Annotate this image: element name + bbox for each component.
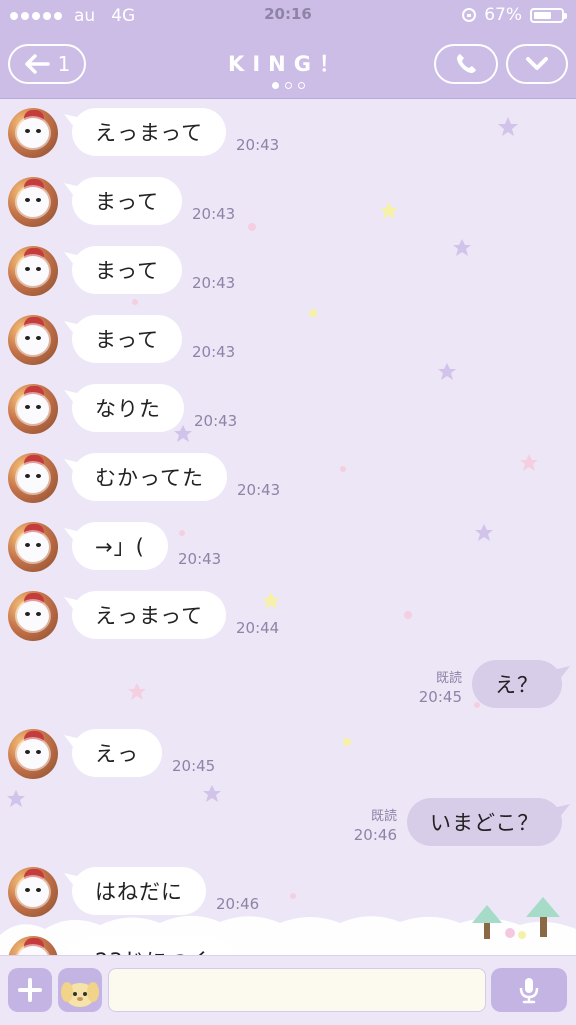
message-input[interactable]	[108, 968, 486, 1012]
message-time: 20:43	[194, 412, 238, 430]
message-bubble[interactable]: まって	[72, 246, 182, 294]
message-bubble[interactable]: 23じにつく	[72, 936, 235, 955]
message-bubble[interactable]: えっまって	[72, 108, 226, 156]
contact-avatar[interactable]	[8, 246, 58, 296]
read-receipt: 既読	[435, 671, 462, 686]
message-bubble[interactable]: えっまって	[72, 591, 226, 639]
message-time: 20:45	[172, 757, 216, 775]
message-time: 20:44	[236, 619, 280, 637]
incoming-message[interactable]: 23じにつく	[0, 936, 576, 955]
menu-button[interactable]	[506, 44, 568, 84]
input-bar	[0, 955, 576, 1025]
message-time: 20:45	[418, 688, 462, 706]
message-list[interactable]: えっまって 20:43 まって 20:43 まって 20:43 まって 20:43 なりた 20:…	[0, 99, 576, 955]
contact-avatar[interactable]	[8, 729, 58, 779]
message-bubble[interactable]: なりた	[72, 384, 184, 432]
plus-icon	[18, 978, 42, 1002]
add-button[interactable]	[8, 968, 52, 1012]
message-bubble[interactable]: まって	[72, 177, 182, 225]
incoming-message[interactable]: むかってた 20:43	[0, 453, 576, 505]
contact-avatar[interactable]	[8, 384, 58, 434]
contact-avatar[interactable]	[8, 108, 58, 158]
message-time: 20:46	[353, 826, 397, 844]
mic-icon	[519, 978, 539, 1004]
page-dot	[271, 82, 279, 89]
message-bubble[interactable]: えっ	[72, 729, 162, 777]
call-button[interactable]	[434, 44, 498, 84]
message-bubble[interactable]: →」(	[72, 522, 168, 570]
message-bubble[interactable]: はねだに	[72, 867, 206, 915]
contact-avatar[interactable]	[8, 936, 58, 955]
message-time: 20:43	[178, 550, 222, 568]
message-time: 20:46	[216, 895, 260, 913]
contact-avatar[interactable]	[8, 453, 58, 503]
incoming-message[interactable]: まって 20:43	[0, 315, 576, 367]
chat-header: 1 KING！	[0, 32, 576, 99]
chevron-down-icon	[526, 57, 548, 70]
message-time: 20:43	[192, 274, 236, 292]
contact-avatar[interactable]	[8, 522, 58, 572]
page-indicator	[0, 82, 576, 89]
voice-button[interactable]	[491, 968, 567, 1012]
contact-avatar[interactable]	[8, 177, 58, 227]
incoming-message[interactable]: まって 20:43	[0, 246, 576, 298]
message-time: 20:43	[192, 343, 236, 361]
contact-avatar[interactable]	[8, 591, 58, 641]
battery-icon	[530, 7, 567, 23]
message-bubble[interactable]: いまどこ？	[407, 798, 562, 846]
page-dot	[297, 82, 305, 89]
incoming-message[interactable]: えっ 20:45	[0, 729, 576, 781]
incoming-message[interactable]: まって 20:43	[0, 177, 576, 229]
outgoing-message[interactable]: 既読 いまどこ？ 20:46	[0, 798, 576, 850]
message-bubble[interactable]: まって	[72, 315, 182, 363]
phone-icon	[457, 54, 476, 73]
contact-avatar[interactable]	[8, 867, 58, 917]
incoming-message[interactable]: えっまって 20:43	[0, 108, 576, 160]
battery-percent: 67%	[484, 5, 522, 25]
outgoing-message[interactable]: 既読 え？ 20:45	[0, 660, 576, 712]
sticker-button[interactable]	[58, 968, 102, 1012]
page-dot	[284, 82, 292, 89]
incoming-message[interactable]: なりた 20:43	[0, 384, 576, 436]
sticker-icon	[61, 982, 99, 1007]
incoming-message[interactable]: →」( 20:43	[0, 522, 576, 574]
status-bar: au 4G 20:16 67%	[0, 0, 576, 32]
message-time: 20:43	[236, 136, 280, 154]
message-time: 20:43	[192, 205, 236, 223]
incoming-message[interactable]: えっまって 20:44	[0, 591, 576, 643]
message-bubble[interactable]: むかってた	[72, 453, 227, 501]
message-bubble[interactable]: え？	[472, 660, 562, 708]
message-time: 20:43	[237, 481, 281, 499]
contact-avatar[interactable]	[8, 315, 58, 365]
incoming-message[interactable]: はねだに 20:46	[0, 867, 576, 919]
read-receipt: 既読	[370, 809, 397, 824]
rotation-lock-icon	[462, 8, 477, 22]
